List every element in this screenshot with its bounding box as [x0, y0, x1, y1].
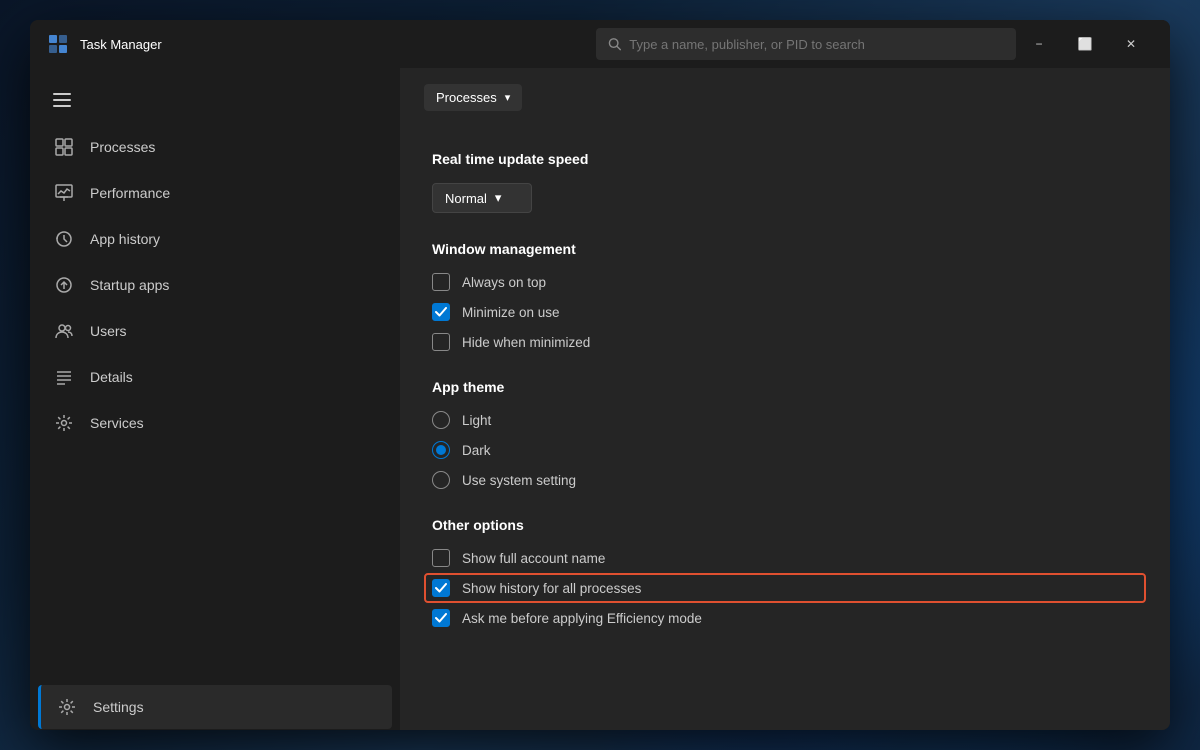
- details-icon: [54, 367, 74, 387]
- check-icon: [435, 307, 447, 317]
- dark-radio[interactable]: [432, 441, 450, 459]
- always-on-top-label: Always on top: [462, 275, 546, 290]
- sidebar-item-app-history-label: App history: [90, 231, 160, 247]
- sidebar-item-users-label: Users: [90, 323, 127, 339]
- ask-before-efficiency-label: Ask me before applying Efficiency mode: [462, 611, 702, 626]
- dropdown-arrow-icon: ▾: [495, 190, 502, 206]
- sidebar-item-settings[interactable]: Settings: [38, 685, 392, 729]
- sidebar-item-startup-apps-label: Startup apps: [90, 277, 169, 293]
- light-radio-item[interactable]: Light: [432, 411, 1138, 429]
- window-controls: − ⬜ ✕: [1016, 28, 1154, 60]
- processes-tab-label: Processes: [436, 90, 497, 105]
- app-theme-section: App theme Light Dark Use system setting: [432, 379, 1138, 489]
- minimize-button[interactable]: −: [1016, 28, 1062, 60]
- sidebar-item-services[interactable]: Services: [38, 401, 392, 445]
- hide-when-minimized-item[interactable]: Hide when minimized: [432, 333, 1138, 351]
- maximize-button[interactable]: ⬜: [1062, 28, 1108, 60]
- show-full-account-name-checkbox[interactable]: [432, 549, 450, 567]
- window-title: Task Manager: [80, 37, 162, 52]
- minimize-on-use-label: Minimize on use: [462, 305, 560, 320]
- main-layout: Processes Performance: [30, 68, 1170, 730]
- sidebar-item-startup-apps[interactable]: Startup apps: [38, 263, 392, 307]
- titlebar-left: Task Manager: [46, 32, 596, 56]
- sidebar-item-performance[interactable]: Performance: [38, 171, 392, 215]
- sidebar: Processes Performance: [30, 68, 400, 730]
- show-history-wrapper: Show history for all processes: [432, 579, 1138, 597]
- show-history-checkbox[interactable]: [432, 579, 450, 597]
- sidebar-item-details[interactable]: Details: [38, 355, 392, 399]
- sidebar-item-processes-label: Processes: [90, 139, 155, 155]
- close-button[interactable]: ✕: [1108, 28, 1154, 60]
- performance-icon: [54, 183, 74, 203]
- sidebar-bottom: Settings: [30, 684, 400, 730]
- show-full-account-name-label: Show full account name: [462, 551, 605, 566]
- settings-icon: [57, 697, 77, 717]
- processes-tab[interactable]: Processes ▾: [424, 84, 522, 111]
- other-options-title: Other options: [432, 517, 1138, 533]
- processes-tab-chevron: ▾: [505, 91, 511, 104]
- search-input[interactable]: [629, 37, 1004, 52]
- hamburger-button[interactable]: [42, 80, 82, 120]
- minimize-on-use-item[interactable]: Minimize on use: [432, 303, 1138, 321]
- always-on-top-checkbox[interactable]: [432, 273, 450, 291]
- users-icon: [54, 321, 74, 341]
- show-history-label: Show history for all processes: [462, 581, 641, 596]
- system-radio-label: Use system setting: [462, 473, 576, 488]
- processes-icon: [54, 137, 74, 157]
- show-history-item[interactable]: Show history for all processes: [432, 579, 1138, 597]
- check-icon-3: [435, 613, 447, 623]
- settings-label: Settings: [93, 699, 144, 715]
- dark-radio-label: Dark: [462, 443, 491, 458]
- hide-when-minimized-label: Hide when minimized: [462, 335, 590, 350]
- services-icon: [54, 413, 74, 433]
- search-bar[interactable]: [596, 28, 1016, 60]
- search-icon: [608, 37, 621, 51]
- update-speed-value: Normal: [445, 191, 487, 206]
- settings-content: Real time update speed Normal ▾ Window m…: [400, 127, 1170, 679]
- sidebar-item-performance-label: Performance: [90, 185, 170, 201]
- sidebar-item-services-label: Services: [90, 415, 144, 431]
- update-speed-section: Real time update speed Normal ▾: [432, 151, 1138, 213]
- light-radio[interactable]: [432, 411, 450, 429]
- app-theme-title: App theme: [432, 379, 1138, 395]
- sidebar-item-users[interactable]: Users: [38, 309, 392, 353]
- show-full-account-name-item[interactable]: Show full account name: [432, 549, 1138, 567]
- ask-before-efficiency-item[interactable]: Ask me before applying Efficiency mode: [432, 609, 1138, 627]
- content-area[interactable]: Processes ▾ Real time update speed Norma…: [400, 68, 1170, 730]
- app-icon: [46, 32, 70, 56]
- titlebar: Task Manager − ⬜ ✕: [30, 20, 1170, 68]
- system-radio[interactable]: [432, 471, 450, 489]
- check-icon-2: [435, 583, 447, 593]
- hide-when-minimized-checkbox[interactable]: [432, 333, 450, 351]
- system-radio-item[interactable]: Use system setting: [432, 471, 1138, 489]
- window-management-title: Window management: [432, 241, 1138, 257]
- startup-apps-icon: [54, 275, 74, 295]
- always-on-top-item[interactable]: Always on top: [432, 273, 1138, 291]
- update-speed-title: Real time update speed: [432, 151, 1138, 167]
- window-management-section: Window management Always on top Minimize…: [432, 241, 1138, 351]
- ask-before-efficiency-checkbox[interactable]: [432, 609, 450, 627]
- sidebar-item-processes[interactable]: Processes: [38, 125, 392, 169]
- minimize-on-use-checkbox[interactable]: [432, 303, 450, 321]
- other-options-section: Other options Show full account name: [432, 517, 1138, 627]
- update-speed-dropdown[interactable]: Normal ▾: [432, 183, 532, 213]
- sidebar-item-app-history[interactable]: App history: [38, 217, 392, 261]
- content-header: Processes ▾: [400, 68, 1170, 127]
- task-manager-window: Task Manager − ⬜ ✕: [30, 20, 1170, 730]
- dark-radio-item[interactable]: Dark: [432, 441, 1138, 459]
- sidebar-item-details-label: Details: [90, 369, 133, 385]
- app-history-icon: [54, 229, 74, 249]
- light-radio-label: Light: [462, 413, 491, 428]
